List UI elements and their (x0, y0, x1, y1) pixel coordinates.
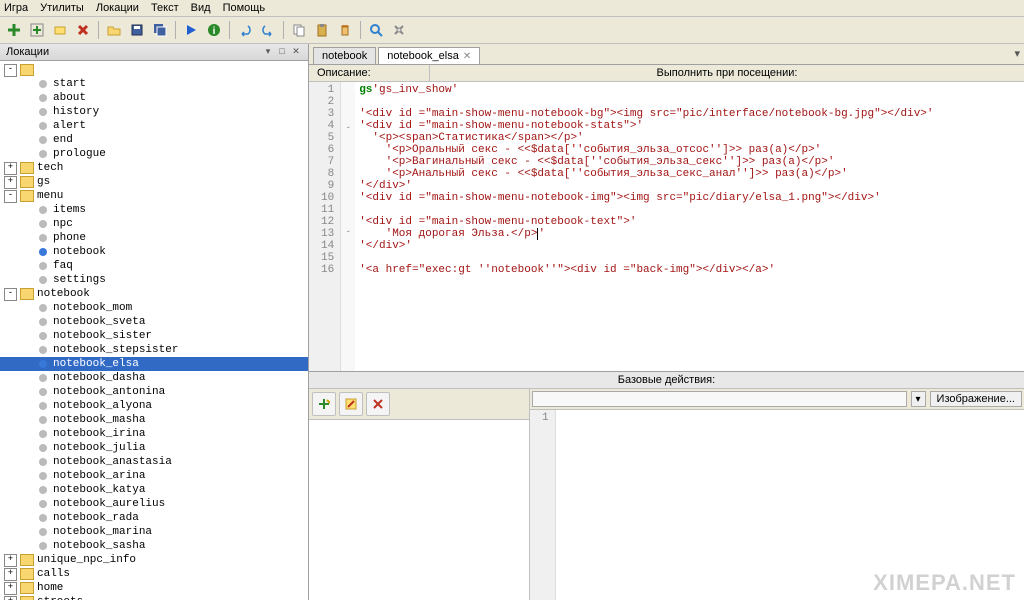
execute-label: Выполнить при посещении: (430, 65, 1024, 81)
tree-item-notebook_mom[interactable]: notebook_mom (0, 301, 308, 315)
tree-item-items[interactable]: items (0, 203, 308, 217)
tree-item-start[interactable]: start (0, 77, 308, 91)
redo-icon[interactable] (258, 20, 278, 40)
undo-icon[interactable] (235, 20, 255, 40)
actions-list[interactable] (309, 420, 529, 600)
tree-item-end[interactable]: end (0, 133, 308, 147)
base-actions-label: Базовые действия: (309, 372, 1024, 389)
action-dropdown-icon[interactable]: ▾ (911, 391, 926, 407)
paste-icon[interactable] (312, 20, 332, 40)
menu-Утилиты[interactable]: Утилиты (40, 2, 84, 14)
tree-item-root[interactable]: - (0, 63, 308, 77)
tree-item-streets[interactable]: +streets (0, 595, 308, 600)
tree-item-notebook_stepsister[interactable]: notebook_stepsister (0, 343, 308, 357)
tree-item-npc[interactable]: npc (0, 217, 308, 231)
delete-icon[interactable] (73, 20, 93, 40)
action-name-input[interactable] (532, 391, 907, 407)
locations-panel: Локации ▾ □ ✕ -startabouthistoryalertend… (0, 44, 309, 600)
menu-Игра[interactable]: Игра (4, 2, 28, 14)
tab-notebook[interactable]: notebook (313, 47, 376, 64)
tabs-menu-icon[interactable]: ▾ (1014, 47, 1024, 64)
tab-notebook_elsa[interactable]: notebook_elsa✕ (378, 47, 480, 64)
tree-item-notebook_sveta[interactable]: notebook_sveta (0, 315, 308, 329)
tree-item-gs[interactable]: +gs (0, 175, 308, 189)
tree-item-history[interactable]: history (0, 105, 308, 119)
tree-item-notebook_julia[interactable]: notebook_julia (0, 441, 308, 455)
location-tree[interactable]: -startabouthistoryalertendprologue+tech+… (0, 61, 308, 600)
tree-item-settings[interactable]: settings (0, 273, 308, 287)
tab-close-icon[interactable]: ✕ (463, 51, 471, 62)
tree-item-notebook_dasha[interactable]: notebook_dasha (0, 371, 308, 385)
tree-item-notebook_katya[interactable]: notebook_katya (0, 483, 308, 497)
tree-item-notebook_sasha[interactable]: notebook_sasha (0, 539, 308, 553)
actions-list-panel (309, 389, 530, 600)
tree-item-tech[interactable]: +tech (0, 161, 308, 175)
tree-item-notebook_aurelius[interactable]: notebook_aurelius (0, 497, 308, 511)
menubar: Игра Утилиты Локации Текст Вид Помощь (0, 0, 1024, 17)
tree-item-about[interactable]: about (0, 91, 308, 105)
bottom-panel: Базовые действия: ▾ Изображение... (309, 371, 1024, 600)
settings-icon[interactable] (389, 20, 409, 40)
tree-item-prologue[interactable]: prologue (0, 147, 308, 161)
action-edit-icon[interactable] (339, 392, 363, 416)
panel-min-icon[interactable]: □ (276, 46, 288, 58)
tree-item-notebook_antonina[interactable]: notebook_antonina (0, 385, 308, 399)
main-toolbar: i (0, 17, 1024, 44)
tree-item-notebook_alyona[interactable]: notebook_alyona (0, 399, 308, 413)
code-editor[interactable]: 12345678910111213141516 -- gs'gs_inv_sho… (309, 82, 1024, 371)
tree-item-notebook_elsa[interactable]: notebook_elsa (0, 357, 308, 371)
tree-item-alert[interactable]: alert (0, 119, 308, 133)
menu-Текст[interactable]: Текст (151, 2, 179, 14)
rename-icon[interactable] (50, 20, 70, 40)
tree-item-notebook_marina[interactable]: notebook_marina (0, 525, 308, 539)
action-editor-panel: ▾ Изображение... 1 (530, 389, 1024, 600)
open-icon[interactable] (104, 20, 124, 40)
copy-icon[interactable] (289, 20, 309, 40)
svg-text:i: i (213, 26, 216, 37)
save-icon[interactable] (127, 20, 147, 40)
clear-icon[interactable] (335, 20, 355, 40)
panel-header: Локации ▾ □ ✕ (0, 44, 308, 61)
action-add-icon[interactable] (312, 392, 336, 416)
info-icon[interactable]: i (204, 20, 224, 40)
tree-item-faq[interactable]: faq (0, 259, 308, 273)
tree-item-notebook_masha[interactable]: notebook_masha (0, 413, 308, 427)
tree-item-notebook[interactable]: notebook (0, 245, 308, 259)
panel-title: Локации (6, 46, 49, 58)
section-row: Описание: Выполнить при посещении: (309, 65, 1024, 82)
action-delete-icon[interactable] (366, 392, 390, 416)
description-label: Описание: (309, 65, 430, 81)
panel-close-icon[interactable]: ✕ (290, 46, 302, 58)
tree-item-notebook[interactable]: -notebook (0, 287, 308, 301)
tree-item-home[interactable]: +home (0, 581, 308, 595)
add-icon[interactable] (4, 20, 24, 40)
tree-item-unique_npc_info[interactable]: +unique_npc_info (0, 553, 308, 567)
menu-Помощь[interactable]: Помощь (223, 2, 266, 14)
editor-tabs: notebooknotebook_elsa✕ ▾ (309, 44, 1024, 65)
add2-icon[interactable] (27, 20, 47, 40)
saveas-icon[interactable] (150, 20, 170, 40)
tree-item-notebook_irina[interactable]: notebook_irina (0, 427, 308, 441)
tree-item-notebook_rada[interactable]: notebook_rada (0, 511, 308, 525)
tree-item-notebook_anastasia[interactable]: notebook_anastasia (0, 455, 308, 469)
image-button[interactable]: Изображение... (930, 391, 1022, 407)
menu-Локации[interactable]: Локации (96, 2, 139, 14)
tree-item-calls[interactable]: +calls (0, 567, 308, 581)
panel-menu-icon[interactable]: ▾ (262, 46, 274, 58)
menu-Вид[interactable]: Вид (191, 2, 211, 14)
search-icon[interactable] (366, 20, 386, 40)
editor-area: notebooknotebook_elsa✕ ▾ Описание: Выполн… (309, 44, 1024, 600)
tree-item-notebook_sister[interactable]: notebook_sister (0, 329, 308, 343)
tree-item-menu[interactable]: -menu (0, 189, 308, 203)
action-code-editor[interactable]: 1 (530, 410, 1024, 600)
tree-item-phone[interactable]: phone (0, 231, 308, 245)
tree-item-notebook_arina[interactable]: notebook_arina (0, 469, 308, 483)
play-icon[interactable] (181, 20, 201, 40)
